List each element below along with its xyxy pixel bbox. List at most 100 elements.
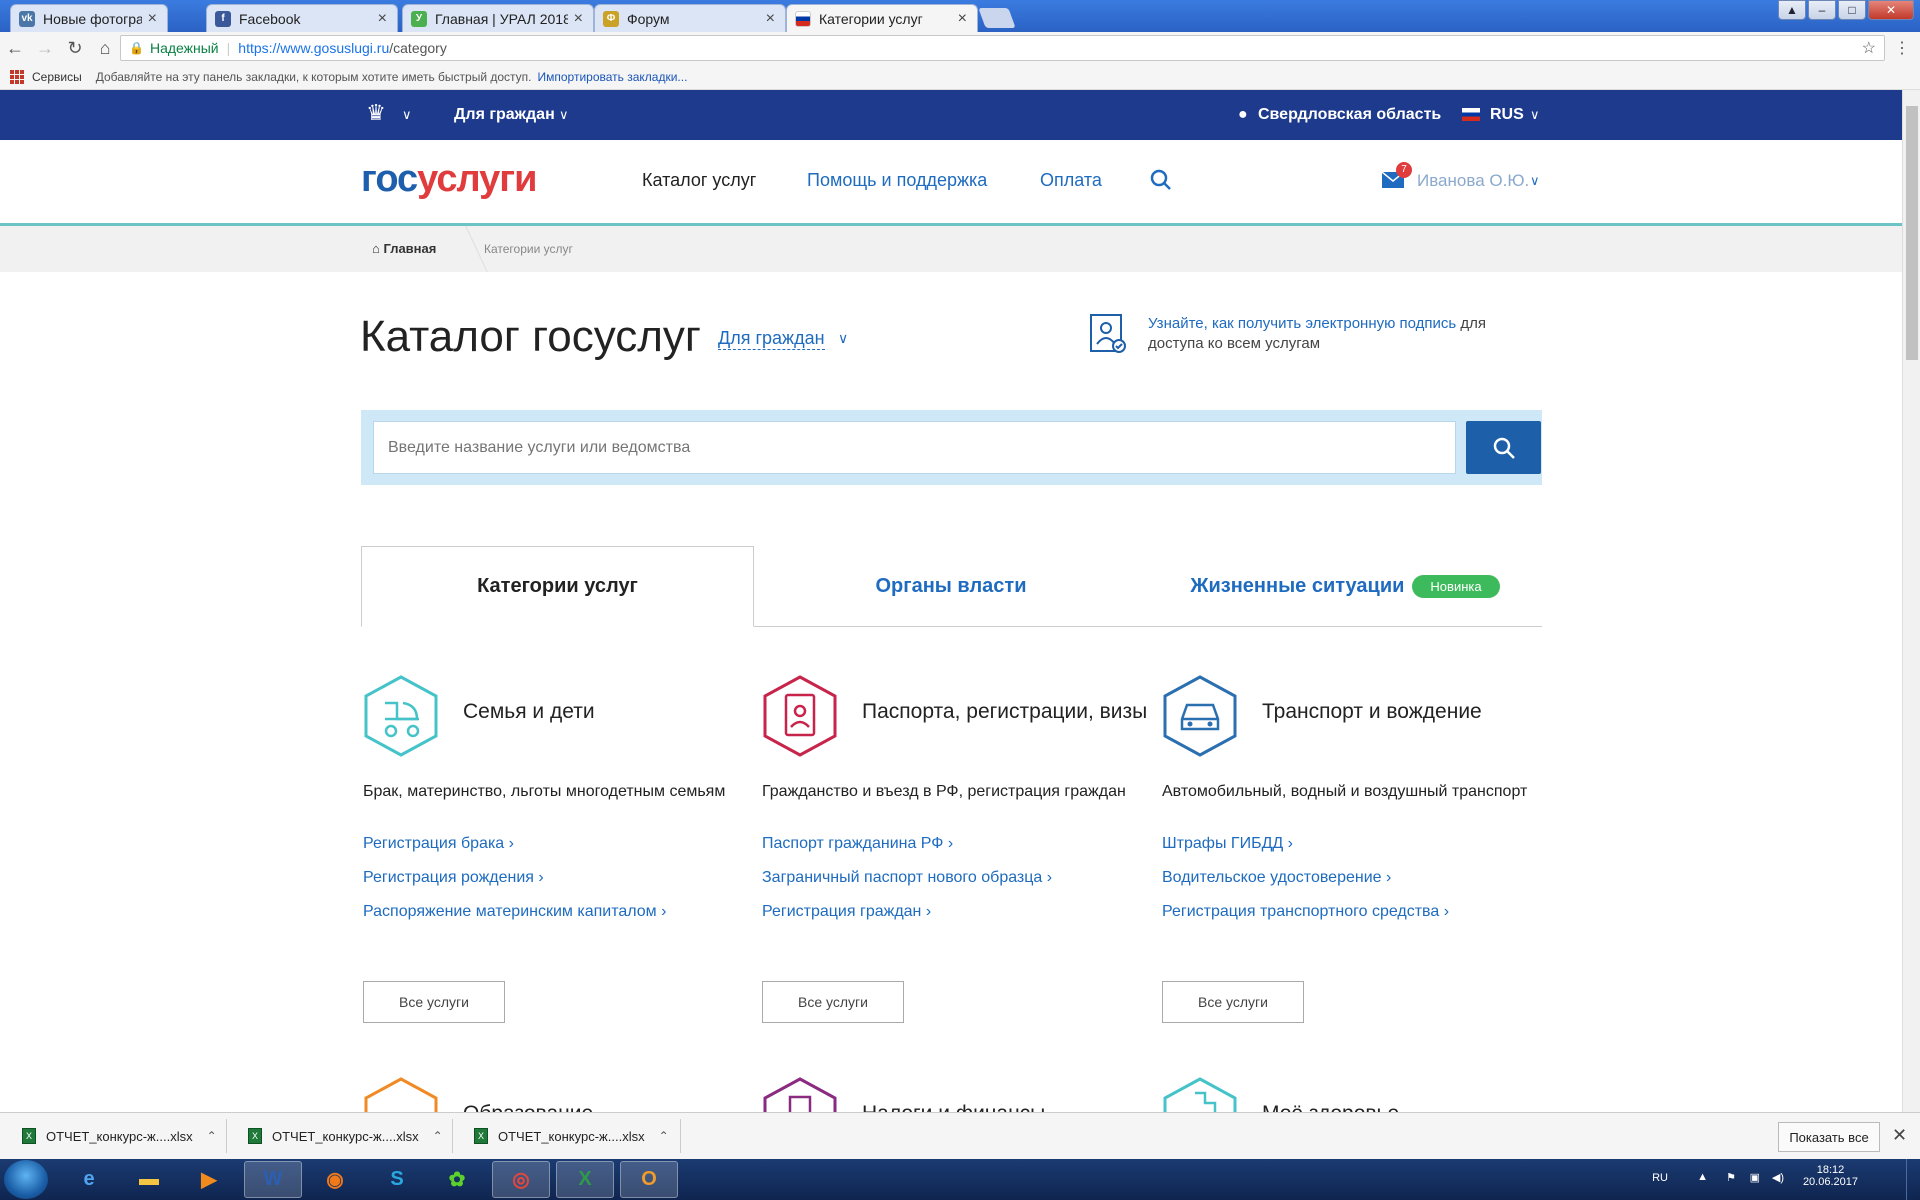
tab-categories[interactable]: Категории услуг bbox=[361, 546, 754, 627]
download-item[interactable]: X ОТЧЕТ_конкурс-ж....xlsx ⌃ bbox=[22, 1121, 217, 1151]
download-item[interactable]: X ОТЧЕТ_конкурс-ж....xlsx ⌃ bbox=[248, 1121, 443, 1151]
action-center-flag-icon[interactable]: ⚑ bbox=[1726, 1171, 1736, 1184]
bookmark-star-icon[interactable]: ☆ bbox=[1862, 38, 1876, 58]
tax-document-icon[interactable] bbox=[762, 1077, 838, 1112]
close-tab-icon[interactable]: × bbox=[958, 10, 967, 28]
close-tab-icon[interactable]: × bbox=[378, 10, 387, 28]
tab-life-situations[interactable]: Жизненные ситуации Новинка bbox=[1148, 546, 1542, 627]
volume-icon[interactable]: ◀) bbox=[1772, 1171, 1784, 1184]
word-icon[interactable]: W bbox=[244, 1161, 302, 1198]
all-services-button[interactable]: Все услуги bbox=[1162, 981, 1304, 1023]
gosuslugi-logo[interactable]: госуслуги bbox=[361, 158, 537, 201]
audience-selector[interactable]: Для граждан bbox=[454, 106, 555, 124]
category-link[interactable]: Штрафы ГИБДД › bbox=[1162, 835, 1293, 853]
nav-payment[interactable]: Оплата bbox=[1040, 170, 1102, 191]
user-menu[interactable]: Иванова О.Ю. bbox=[1417, 171, 1529, 191]
close-tab-icon[interactable]: × bbox=[766, 10, 775, 28]
browser-tab-forum[interactable]: Ф Форум × bbox=[594, 4, 786, 32]
show-all-downloads-button[interactable]: Показать все bbox=[1778, 1122, 1880, 1152]
start-button[interactable] bbox=[4, 1160, 48, 1199]
region-selector[interactable]: Свердловская область bbox=[1258, 106, 1441, 124]
chrome-icon[interactable]: ◎ bbox=[492, 1161, 550, 1198]
category-link[interactable]: Регистрация рождения › bbox=[363, 869, 544, 887]
download-item[interactable]: X ОТЧЕТ_конкурс-ж....xlsx ⌃ bbox=[474, 1121, 669, 1151]
category-title[interactable]: Паспорта, регистрации, визы bbox=[862, 699, 1147, 725]
chevron-down-icon[interactable]: ∨ bbox=[1530, 107, 1540, 123]
search-icon[interactable] bbox=[1150, 169, 1172, 191]
close-downloads-icon[interactable]: ✕ bbox=[1892, 1125, 1907, 1146]
show-hidden-icons[interactable]: ▲ bbox=[1697, 1171, 1708, 1183]
category-title[interactable]: Налоги и финансы bbox=[862, 1101, 1045, 1112]
chevron-up-icon[interactable]: ⌃ bbox=[433, 1129, 443, 1143]
explorer-folder-icon[interactable]: ▬ bbox=[120, 1161, 178, 1198]
forward-icon[interactable]: → bbox=[30, 38, 60, 59]
tab-authorities[interactable]: Органы власти bbox=[754, 546, 1148, 627]
baby-stroller-icon[interactable] bbox=[363, 675, 439, 757]
chevron-down-icon[interactable]: ∨ bbox=[1530, 173, 1540, 189]
nav-help[interactable]: Помощь и поддержка bbox=[807, 170, 987, 191]
chevron-down-icon[interactable]: ∨ bbox=[559, 107, 569, 123]
close-tab-icon[interactable]: × bbox=[574, 10, 583, 28]
all-services-button[interactable]: Все услуги bbox=[363, 981, 505, 1023]
scrollbar-thumb[interactable] bbox=[1906, 106, 1918, 360]
new-tab-button[interactable] bbox=[978, 8, 1016, 28]
maximize-button[interactable]: □ bbox=[1838, 0, 1866, 20]
outlook-icon[interactable]: O bbox=[620, 1161, 678, 1198]
category-link[interactable]: Регистрация граждан › bbox=[762, 903, 931, 921]
chevron-down-icon[interactable]: ∨ bbox=[402, 107, 412, 123]
search-button[interactable] bbox=[1466, 421, 1541, 474]
category-link[interactable]: Заграничный паспорт нового образца › bbox=[762, 869, 1052, 887]
category-link[interactable]: Паспорт гражданина РФ › bbox=[762, 835, 953, 853]
language-selector[interactable]: RUS bbox=[1490, 106, 1524, 124]
category-title[interactable]: Транспорт и вождение bbox=[1262, 699, 1482, 725]
nav-catalog[interactable]: Каталог услуг bbox=[642, 170, 756, 191]
network-icon[interactable]: ▣ bbox=[1750, 1171, 1760, 1184]
menu-kebab-icon[interactable]: ⋮ bbox=[1894, 38, 1910, 58]
e-signature-link[interactable]: Узнайте, как получить электронную подпис… bbox=[1148, 315, 1456, 332]
service-search-input[interactable] bbox=[373, 421, 1456, 474]
all-services-button[interactable]: Все услуги bbox=[762, 981, 904, 1023]
health-cross-icon[interactable] bbox=[1162, 1077, 1238, 1112]
education-icon[interactable] bbox=[363, 1077, 439, 1112]
icq-icon[interactable]: ✿ bbox=[428, 1161, 486, 1198]
input-language[interactable]: RU bbox=[1652, 1172, 1668, 1184]
firefox-icon[interactable]: ◉ bbox=[306, 1161, 364, 1198]
import-bookmarks-link[interactable]: Импортировать закладки... bbox=[538, 70, 688, 84]
category-link[interactable]: Регистрация брака › bbox=[363, 835, 514, 853]
media-player-icon[interactable]: ▶ bbox=[180, 1161, 238, 1198]
skype-icon[interactable]: S bbox=[368, 1161, 426, 1198]
chevron-down-icon[interactable]: ∨ bbox=[838, 330, 848, 347]
chevron-up-icon[interactable]: ⌃ bbox=[207, 1129, 217, 1143]
car-icon[interactable] bbox=[1162, 675, 1238, 757]
close-window-button[interactable]: ✕ bbox=[1868, 0, 1914, 20]
browser-tab-facebook[interactable]: f Facebook × bbox=[206, 4, 398, 32]
category-title[interactable]: Моё здоровье bbox=[1262, 1101, 1399, 1112]
minimize-button[interactable]: – bbox=[1808, 0, 1836, 20]
page-scrollbar[interactable] bbox=[1902, 90, 1920, 1112]
apps-grid-icon[interactable] bbox=[10, 69, 24, 84]
russia-emblem-icon[interactable]: ♛ bbox=[362, 100, 390, 130]
excel-icon[interactable]: X bbox=[556, 1161, 614, 1198]
breadcrumb-home[interactable]: ⌂ Главная bbox=[372, 241, 436, 256]
category-link[interactable]: Регистрация транспортного средства › bbox=[1162, 903, 1449, 921]
home-icon[interactable]: ⌂ bbox=[90, 38, 120, 59]
show-desktop-button[interactable] bbox=[1906, 1159, 1920, 1200]
category-title[interactable]: Семья и дети bbox=[463, 699, 595, 725]
close-tab-icon[interactable]: × bbox=[148, 10, 157, 28]
services-link[interactable]: Сервисы bbox=[32, 70, 82, 84]
audience-filter[interactable]: Для граждан bbox=[718, 328, 825, 350]
chevron-up-icon[interactable]: ⌃ bbox=[659, 1129, 669, 1143]
browser-tab-ural[interactable]: У Главная | УРАЛ 2018 × bbox=[402, 4, 594, 32]
browser-tab-vk[interactable]: vk Новые фотографии × bbox=[10, 4, 168, 32]
user-profile-button[interactable]: ▲ bbox=[1778, 0, 1806, 20]
browser-tab-active[interactable]: Категории услуг × bbox=[786, 4, 978, 32]
category-title[interactable]: Образование bbox=[463, 1101, 593, 1112]
clock[interactable]: 18:12 20.06.2017 bbox=[1803, 1164, 1858, 1188]
reload-icon[interactable]: ↻ bbox=[60, 38, 90, 59]
category-link[interactable]: Водительское удостоверение › bbox=[1162, 869, 1391, 887]
ie-icon[interactable]: e bbox=[60, 1161, 118, 1198]
omnibox[interactable]: 🔒 Надежный | https://www.gosuslugi.ru/ca… bbox=[120, 35, 1885, 61]
category-link[interactable]: Распоряжение материнским капиталом › bbox=[363, 903, 666, 921]
back-icon[interactable]: ← bbox=[0, 38, 30, 59]
passport-icon[interactable] bbox=[762, 675, 838, 757]
